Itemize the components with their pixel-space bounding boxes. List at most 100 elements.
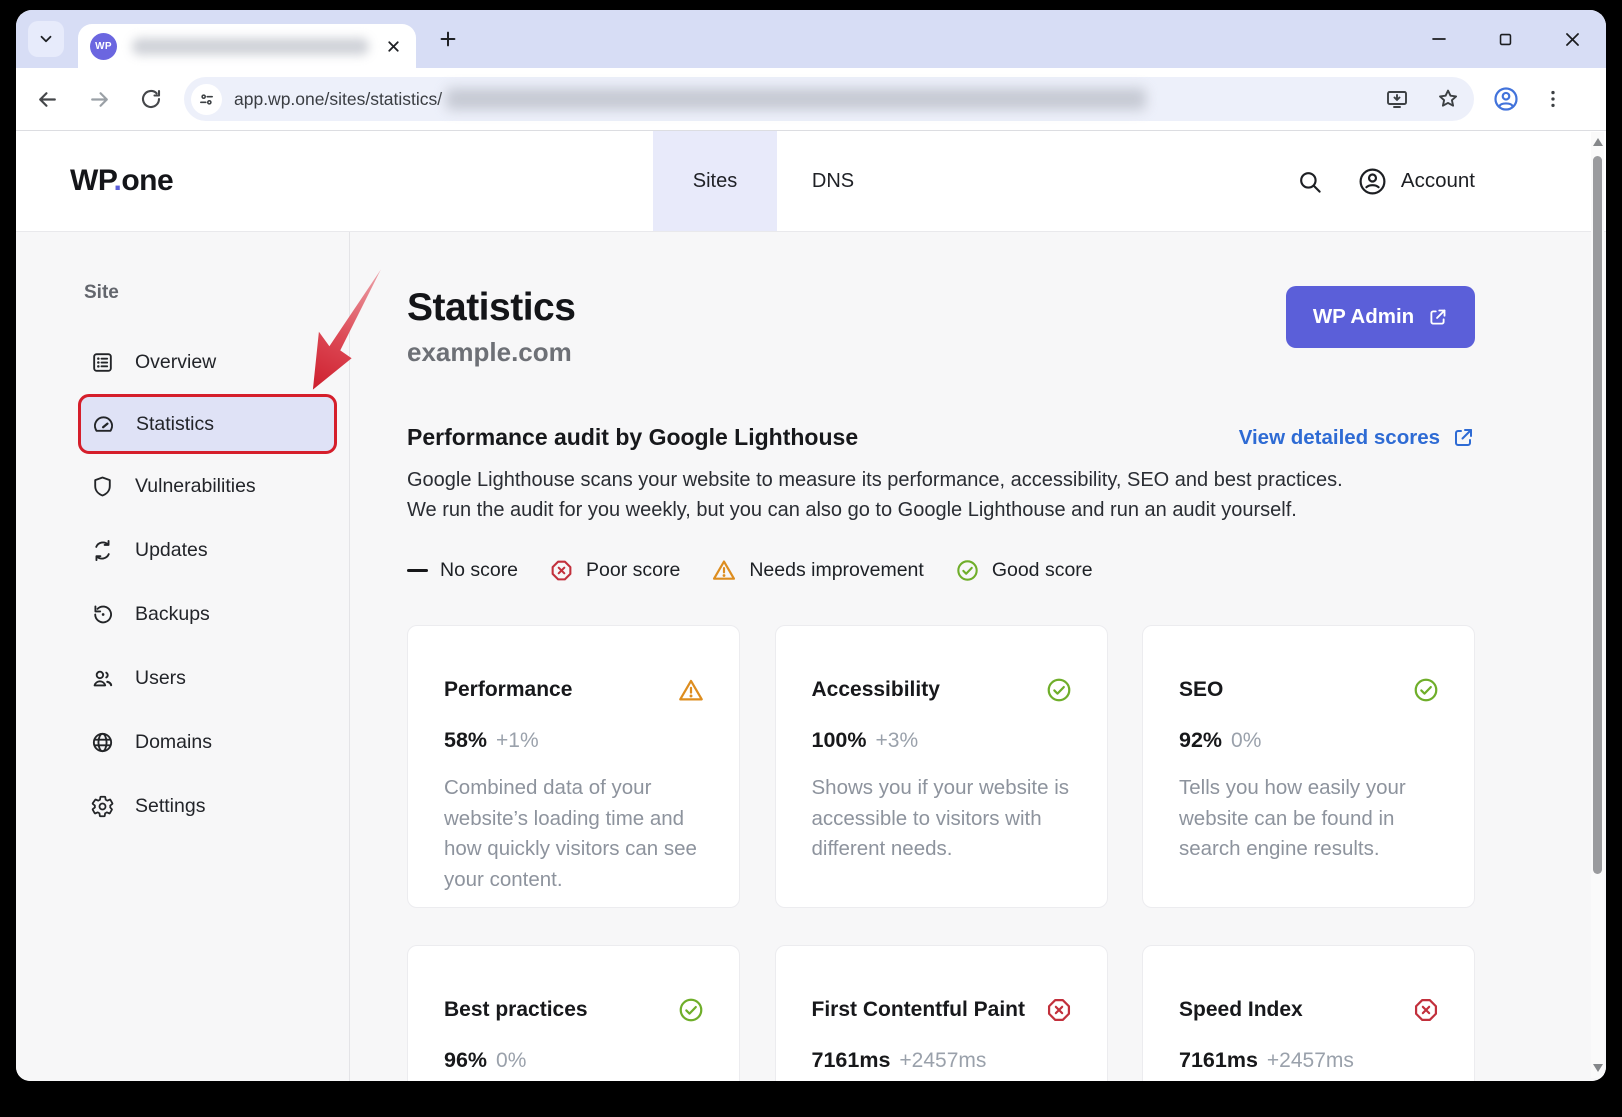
url-text[interactable]: app.wp.one/sites/statistics/ <box>234 89 442 110</box>
warning-triangle-icon <box>711 557 737 583</box>
reload-button[interactable] <box>130 78 172 120</box>
gear-icon <box>90 794 115 819</box>
address-bar[interactable]: app.wp.one/sites/statistics/ <box>184 77 1474 121</box>
scroll-up-arrow-icon[interactable] <box>1593 138 1603 146</box>
chevron-down-icon <box>37 30 55 48</box>
scroll-down-arrow-icon[interactable] <box>1593 1064 1603 1072</box>
tab-dns[interactable]: DNS <box>777 131 889 231</box>
sidebar-item-users[interactable]: Users <box>16 646 349 710</box>
score-value: 7161ms <box>812 1048 891 1073</box>
card-performance: Performance 58% +1% Combined data of you… <box>407 625 740 908</box>
score-delta: +2457ms <box>1267 1049 1354 1073</box>
poor-score-icon <box>1045 996 1073 1024</box>
app-header: WP.one Sites DNS Account <box>16 130 1606 232</box>
sidebar-item-label: Users <box>135 667 186 690</box>
card-speed-index: Speed Index 7161ms +2457ms <box>1142 945 1475 1081</box>
main-content: Statistics example.com WP Admin Performa… <box>350 232 1606 1081</box>
shield-icon <box>90 474 115 499</box>
view-detailed-scores-link[interactable]: View detailed scores <box>1239 426 1475 450</box>
scrollbar-thumb[interactable] <box>1593 156 1602 874</box>
sidebar-item-backups[interactable]: Backups <box>16 582 349 646</box>
sidebar-item-label: Vulnerabilities <box>135 475 256 498</box>
card-title: First Contentful Paint <box>812 998 1026 1022</box>
poor-score-icon <box>549 558 574 583</box>
external-link-icon <box>1451 426 1475 450</box>
sidebar: Site Overview Statistics <box>16 232 350 1081</box>
browser-toolbar: app.wp.one/sites/statistics/ <box>16 68 1606 130</box>
card-first-contentful-paint: First Contentful Paint 7161ms +2457ms <box>775 945 1108 1081</box>
sidebar-item-label: Domains <box>135 731 212 754</box>
sidebar-item-statistics[interactable]: Statistics <box>78 394 337 454</box>
sidebar-item-label: Backups <box>135 603 210 626</box>
tab-favicon: WP <box>90 33 117 60</box>
sidebar-item-label: Statistics <box>136 413 214 436</box>
sidebar-section-label: Site <box>84 282 349 304</box>
score-value: 58% <box>444 728 487 753</box>
tab-sites[interactable]: Sites <box>653 131 777 231</box>
poor-score-icon <box>1412 996 1440 1024</box>
score-cards-grid: Performance 58% +1% Combined data of you… <box>407 625 1475 1081</box>
site-info-icon[interactable] <box>191 84 222 115</box>
new-tab-button[interactable] <box>437 28 459 50</box>
browser-tab[interactable]: WP <box>78 24 416 68</box>
bookmark-star-icon[interactable] <box>1436 87 1460 111</box>
forward-button[interactable] <box>78 78 120 120</box>
score-value: 92% <box>1179 728 1222 753</box>
overview-icon <box>90 350 115 375</box>
legend-no-score: No score <box>407 559 518 582</box>
wp-admin-button[interactable]: WP Admin <box>1286 286 1475 348</box>
tab-close-icon[interactable] <box>385 38 402 55</box>
app-body: Site Overview Statistics <box>16 232 1606 1081</box>
legend-poor-score: Poor score <box>549 558 680 583</box>
score-value: 100% <box>812 728 867 753</box>
sidebar-item-overview[interactable]: Overview <box>16 330 349 394</box>
score-delta: +2457ms <box>899 1049 986 1073</box>
profile-icon[interactable] <box>1492 85 1520 113</box>
account-label: Account <box>1401 169 1475 193</box>
tab-search-button[interactable] <box>28 21 64 57</box>
card-title: SEO <box>1179 678 1223 702</box>
close-window-button[interactable] <box>1539 10 1606 68</box>
card-description: Tells you how easily your website can be… <box>1179 773 1440 865</box>
score-delta: +3% <box>876 729 919 753</box>
warning-triangle-icon <box>677 676 705 704</box>
menu-kebab-icon[interactable] <box>1542 88 1564 110</box>
score-value: 7161ms <box>1179 1048 1258 1073</box>
section-description: Google Lighthouse scans your website to … <box>407 465 1475 525</box>
card-title: Performance <box>444 678 572 702</box>
backups-history-icon <box>90 602 115 627</box>
tab-strip: WP <box>16 10 1606 68</box>
good-score-icon <box>1412 676 1440 704</box>
card-title: Best practices <box>444 998 588 1022</box>
sidebar-item-updates[interactable]: Updates <box>16 518 349 582</box>
score-value: 96% <box>444 1048 487 1073</box>
updates-sync-icon <box>90 538 115 563</box>
sidebar-item-settings[interactable]: Settings <box>16 774 349 838</box>
minimize-button[interactable] <box>1405 10 1472 68</box>
maximize-button[interactable] <box>1472 10 1539 68</box>
site-domain: example.com <box>407 337 575 368</box>
sidebar-item-label: Settings <box>135 795 205 818</box>
sidebar-item-vulnerabilities[interactable]: Vulnerabilities <box>16 454 349 518</box>
install-app-icon[interactable] <box>1385 87 1409 111</box>
account-menu[interactable]: Account <box>1357 166 1475 197</box>
browser-window: WP <box>16 10 1606 1081</box>
card-description: Shows you if your website is accessible … <box>812 773 1073 865</box>
wpone-logo[interactable]: WP.one <box>70 164 173 198</box>
statistics-gauge-icon <box>91 412 116 437</box>
external-link-icon <box>1427 307 1448 328</box>
good-score-icon <box>955 558 980 583</box>
score-legend: No score Poor score Needs improvement <box>407 557 1606 583</box>
good-score-icon <box>677 996 705 1024</box>
card-best-practices: Best practices 96% 0% <box>407 945 740 1081</box>
search-icon[interactable] <box>1296 168 1323 195</box>
back-button[interactable] <box>26 78 68 120</box>
section-heading: Performance audit by Google Lighthouse <box>407 424 858 451</box>
legend-needs-improvement: Needs improvement <box>711 557 924 583</box>
good-score-icon <box>1045 676 1073 704</box>
score-delta: 0% <box>1231 729 1261 753</box>
card-title: Speed Index <box>1179 998 1303 1022</box>
sidebar-item-domains[interactable]: Domains <box>16 710 349 774</box>
page-scrollbar[interactable] <box>1591 132 1604 1078</box>
top-nav: Sites DNS <box>653 131 889 231</box>
